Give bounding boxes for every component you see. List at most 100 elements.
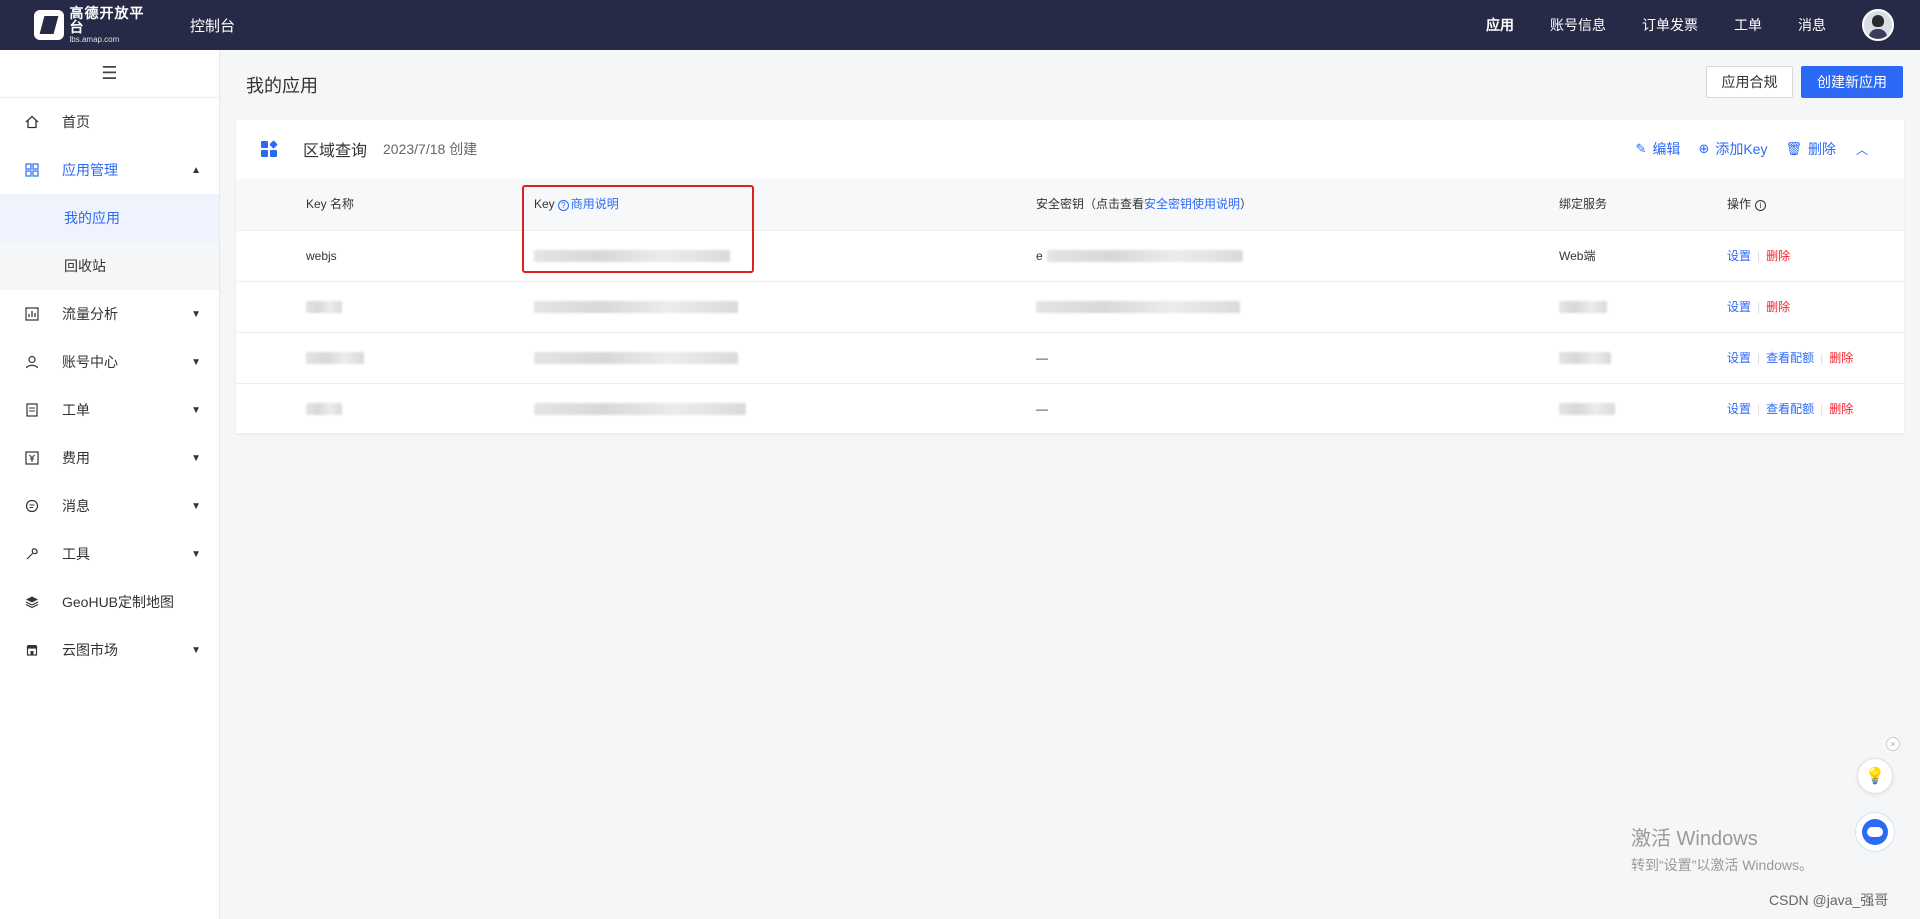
secret-usage-link[interactable]: 安全密钥使用说明: [1144, 197, 1240, 211]
top-nav: 应用 账号信息 订单发票 工单 消息: [1450, 0, 1920, 50]
col-key-name: Key 名称: [306, 178, 534, 231]
store-icon: [24, 642, 40, 658]
sidebar-item-label: 首页: [62, 114, 90, 130]
plus-circle-icon: ⊕: [1698, 141, 1710, 156]
sidebar-item-geohub[interactable]: GeoHUB定制地图: [0, 578, 219, 626]
delete-key-link[interactable]: 删除: [1766, 300, 1790, 314]
sidebar-item-account-center[interactable]: 账号中心 ▼: [0, 338, 219, 386]
chevron-down-icon: ▼: [191, 644, 201, 656]
chevron-down-icon: ▼: [191, 308, 201, 320]
nav-messages[interactable]: 消息: [1798, 15, 1826, 35]
sidebar-item-label: 回收站: [64, 258, 106, 274]
sidebar-item-home[interactable]: 首页: [0, 98, 219, 146]
settings-link[interactable]: 设置: [1727, 300, 1751, 314]
create-app-button[interactable]: 创建新应用: [1801, 66, 1903, 98]
question-icon: ?: [557, 200, 569, 212]
tool-icon: [24, 546, 40, 562]
app-card: 区域查询 2023/7/18 创建 ✎ 编辑 ⊕ 添加Key 🗑 删除 ︿ Ke…: [236, 120, 1904, 435]
sidebar-item-label: 费用: [62, 450, 90, 466]
user-avatar[interactable]: [1862, 9, 1894, 41]
sidebar-item-label: 工具: [62, 546, 90, 562]
sidebar-item-tools[interactable]: 工具 ▼: [0, 530, 219, 578]
amap-logo[interactable]: 高德开放平台 lbs.amap.com: [34, 6, 158, 44]
settings-link[interactable]: 设置: [1727, 249, 1751, 263]
nav-tickets[interactable]: 工单: [1734, 15, 1762, 35]
secret-cell[interactable]: e: [1036, 230, 1559, 282]
app-grid-icon: [261, 140, 278, 157]
sidebar-item-my-apps[interactable]: 我的应用: [0, 194, 219, 242]
service-cell: Web端: [1559, 230, 1727, 282]
delete-key-link[interactable]: 删除: [1766, 249, 1790, 263]
apps-icon: [24, 162, 40, 178]
sidebar: ☰ 首页 应用管理 ▲ 我的应用 回收站 流量分析 ▼ 账号中心 ▼ 工单 ▼ …: [0, 50, 220, 919]
key-value-cell: [534, 281, 1036, 333]
key-name-cell: [306, 281, 534, 333]
sidebar-item-app-management[interactable]: 应用管理 ▲: [0, 146, 219, 194]
trash-icon: 🗑: [1785, 141, 1802, 156]
commercial-note-link[interactable]: 商用说明: [571, 197, 619, 211]
sidebar-item-messages[interactable]: 消息 ▼: [0, 482, 219, 530]
service-cell: [1559, 332, 1727, 384]
col-key: Key? 商用说明: [534, 178, 1036, 231]
chevron-down-icon: ▼: [191, 356, 201, 368]
delete-key-link[interactable]: 删除: [1829, 351, 1853, 365]
csdn-watermark: CSDN @java_强哥: [1769, 892, 1889, 908]
secret-cell[interactable]: [1036, 281, 1559, 333]
edit-app-button[interactable]: ✎ 编辑: [1636, 139, 1681, 159]
console-title[interactable]: 控制台: [190, 15, 235, 36]
key-name-cell: [306, 332, 534, 384]
sidebar-item-cloud-map-market[interactable]: 云图市场 ▼: [0, 626, 219, 674]
masked-key-name: [306, 301, 342, 314]
nav-account-info[interactable]: 账号信息: [1550, 15, 1606, 35]
collapse-chevron-icon[interactable]: ︿: [1856, 141, 1868, 158]
col-ops: 操作 i: [1727, 178, 1904, 231]
edit-icon: ✎: [1635, 141, 1647, 156]
sidebar-item-label: GeoHUB定制地图: [62, 594, 175, 610]
message-icon: [24, 498, 40, 514]
ops-cell: 设置 | 查看配额 | 删除: [1727, 383, 1904, 435]
table-header-row: Key 名称 Key? 商用说明 安全密钥（点击查看安全密钥使用说明） 绑定服务 …: [236, 178, 1904, 231]
sidebar-item-traffic-analysis[interactable]: 流量分析 ▼: [0, 290, 219, 338]
masked-secret: [1036, 301, 1240, 314]
secret-cell: —: [1036, 383, 1559, 435]
masked-key: [534, 403, 746, 416]
settings-link[interactable]: 设置: [1727, 402, 1751, 416]
home-icon: [24, 114, 40, 130]
key-value-cell: [534, 332, 1036, 384]
app-compliance-button[interactable]: 应用合规: [1706, 66, 1793, 98]
billing-icon: [24, 450, 40, 466]
masked-secret: [1046, 250, 1243, 263]
logo-domain: lbs.amap.com: [69, 35, 120, 44]
add-key-button[interactable]: ⊕ 添加Key: [1698, 139, 1767, 159]
masked-key-name: [306, 403, 342, 416]
sidebar-item-billing[interactable]: 费用 ▼: [0, 434, 219, 482]
table-row: 设置 | 删除: [236, 281, 1904, 333]
sidebar-item-recycle-bin[interactable]: 回收站: [0, 242, 219, 290]
top-navbar: 高德开放平台 lbs.amap.com 控制台 应用 账号信息 订单发票 工单 …: [0, 0, 1920, 50]
chevron-down-icon: ▼: [191, 548, 201, 560]
logo-title: 高德开放平台: [69, 5, 145, 35]
ops-cell: 设置 | 查看配额 | 删除: [1727, 332, 1904, 384]
chevron-down-icon: ▼: [191, 452, 201, 464]
delete-app-button[interactable]: 🗑 删除: [1785, 139, 1836, 159]
key-name-cell: [306, 383, 534, 435]
nav-orders-invoices[interactable]: 订单发票: [1642, 15, 1698, 35]
view-quota-link[interactable]: 查看配额: [1766, 351, 1814, 365]
delete-key-link[interactable]: 删除: [1829, 402, 1853, 416]
masked-service: [1559, 403, 1615, 416]
app-card-header: 区域查询 2023/7/18 创建 ✎ 编辑 ⊕ 添加Key 🗑 删除 ︿: [236, 120, 1904, 178]
sidebar-item-tickets[interactable]: 工单 ▼: [0, 386, 219, 434]
service-cell: [1559, 383, 1727, 435]
menu-collapse-icon[interactable]: ☰: [0, 50, 219, 98]
view-quota-link[interactable]: 查看配额: [1766, 402, 1814, 416]
nav-apps[interactable]: 应用: [1486, 15, 1514, 35]
assistant-robot-icon[interactable]: [1855, 812, 1895, 852]
masked-key: [534, 301, 738, 314]
sidebar-item-label: 工单: [62, 402, 90, 418]
table-row: — 设置 | 查看配额 | 删除: [236, 332, 1904, 384]
settings-link[interactable]: 设置: [1727, 351, 1751, 365]
close-float-icon[interactable]: ×: [1886, 737, 1900, 751]
lightbulb-icon[interactable]: 💡: [1857, 758, 1893, 794]
masked-service: [1559, 352, 1611, 365]
main-content: 我的应用 应用合规 创建新应用 区域查询 2023/7/18 创建 ✎ 编辑 ⊕…: [221, 50, 1920, 919]
